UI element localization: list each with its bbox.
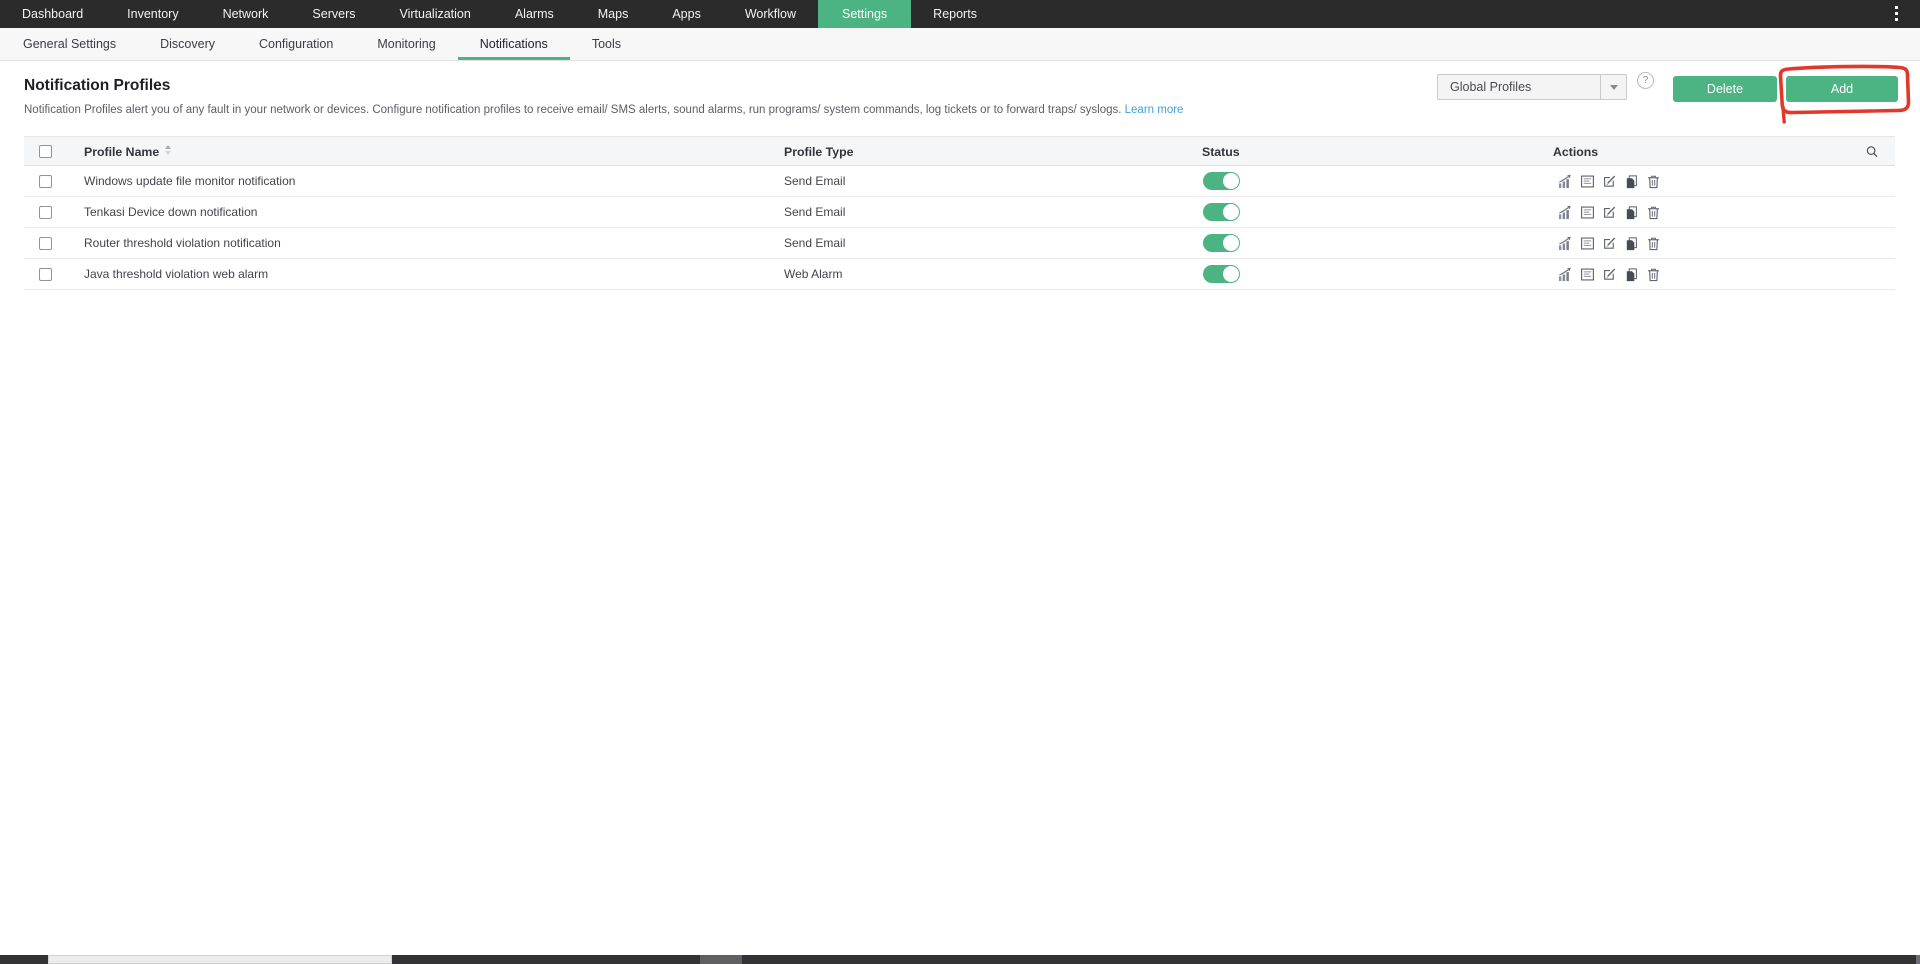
subnav-tab[interactable]: Configuration xyxy=(237,28,355,60)
status-toggle[interactable] xyxy=(1203,203,1240,221)
topnav-item[interactable]: Workflow xyxy=(723,0,818,28)
report-icon[interactable] xyxy=(1580,236,1595,251)
edit-icon[interactable] xyxy=(1602,205,1617,220)
row-checkbox[interactable] xyxy=(39,237,52,250)
search-icon[interactable] xyxy=(1865,145,1879,164)
profile-name: Tenkasi Device down notification xyxy=(84,205,258,219)
subnav-tab[interactable]: Notifications xyxy=(457,28,570,60)
copy-icon[interactable] xyxy=(1624,205,1639,220)
table-row: Tenkasi Device down notification Send Em… xyxy=(24,197,1895,228)
trash-icon[interactable] xyxy=(1646,236,1661,251)
subnav-tab[interactable]: Discovery xyxy=(138,28,237,60)
row-actions xyxy=(1558,267,1661,282)
copy-icon[interactable] xyxy=(1624,267,1639,282)
topnav-item[interactable]: Settings xyxy=(818,0,912,28)
column-header-profile-type: Profile Type xyxy=(784,145,854,159)
table-row: Java threshold violation web alarm Web A… xyxy=(24,259,1895,290)
copy-icon[interactable] xyxy=(1624,174,1639,189)
copy-icon[interactable] xyxy=(1624,236,1639,251)
edit-icon[interactable] xyxy=(1602,267,1617,282)
profile-name: Windows update file monitor notification xyxy=(84,174,296,188)
profile-type: Send Email xyxy=(784,174,846,188)
subnav-tab[interactable]: General Settings xyxy=(1,28,138,60)
app-window: Dashboard Inventory Network Servers Virtuali… xyxy=(0,0,1920,964)
subnav-tab[interactable]: Monitoring xyxy=(355,28,457,60)
topnav-item[interactable]: Inventory xyxy=(105,0,200,28)
row-actions xyxy=(1558,174,1661,189)
trash-icon[interactable] xyxy=(1646,174,1661,189)
table-header-row: Profile Name Profile Type Status Actions xyxy=(24,136,1895,166)
profile-type: Send Email xyxy=(784,205,846,219)
test-chart-icon[interactable] xyxy=(1558,236,1573,251)
column-header-status: Status xyxy=(1202,145,1240,159)
edit-icon[interactable] xyxy=(1602,174,1617,189)
status-toggle[interactable] xyxy=(1203,234,1240,252)
report-icon[interactable] xyxy=(1580,174,1595,189)
test-chart-icon[interactable] xyxy=(1558,267,1573,282)
topnav-item[interactable]: Reports xyxy=(911,0,999,28)
profile-scope-value: Global Profiles xyxy=(1450,80,1532,94)
profile-name: Java threshold violation web alarm xyxy=(84,267,269,281)
scrollbar-end-cap xyxy=(1916,955,1920,964)
sort-icon xyxy=(165,145,171,155)
topnav-item[interactable]: Dashboard xyxy=(0,0,105,28)
toggle-knob xyxy=(1223,173,1239,189)
settings-subnav: General Settings Discovery Configuration Mo… xyxy=(0,28,1920,61)
more-menu-icon[interactable] xyxy=(1893,4,1900,23)
trash-icon[interactable] xyxy=(1646,267,1661,282)
topnav-item[interactable]: Apps xyxy=(650,0,723,28)
topnav-item[interactable]: Network xyxy=(201,0,291,28)
help-icon[interactable]: ? xyxy=(1637,72,1654,89)
toggle-knob xyxy=(1223,235,1239,251)
status-toggle[interactable] xyxy=(1203,265,1240,283)
profile-scope-dropdown[interactable]: Global Profiles xyxy=(1437,74,1627,100)
page-title: Notification Profiles xyxy=(24,77,171,94)
test-chart-icon[interactable] xyxy=(1558,205,1573,220)
topnav-item[interactable]: Maps xyxy=(576,0,651,28)
topnav-item[interactable]: Virtualization xyxy=(378,0,493,28)
topnav-item[interactable]: Servers xyxy=(290,0,377,28)
column-header-actions: Actions xyxy=(1553,145,1599,159)
profile-name-header-label: Profile Name xyxy=(84,145,160,159)
topnav-item[interactable]: Alarms xyxy=(493,0,576,28)
page-description-text: Notification Profiles alert you of any f… xyxy=(24,104,1122,116)
toggle-knob xyxy=(1223,204,1239,220)
horizontal-scrollbar xyxy=(0,955,1920,964)
page-description: Notification Profiles alert you of any f… xyxy=(24,104,1183,116)
profile-type: Send Email xyxy=(784,236,846,250)
row-actions xyxy=(1558,205,1661,220)
report-icon[interactable] xyxy=(1580,205,1595,220)
profile-name: Router threshold violation notification xyxy=(84,236,281,250)
profile-type: Web Alarm xyxy=(784,267,843,281)
learn-more-link[interactable]: Learn more xyxy=(1125,104,1184,116)
scrollbar-segment xyxy=(700,955,742,964)
trash-icon[interactable] xyxy=(1646,205,1661,220)
row-checkbox[interactable] xyxy=(39,268,52,281)
chevron-down-icon[interactable] xyxy=(1600,75,1626,99)
primary-nav: Dashboard Inventory Network Servers Virtuali… xyxy=(0,0,1920,28)
add-button[interactable]: Add xyxy=(1786,76,1898,102)
notification-profiles-table: Profile Name Profile Type Status Actions… xyxy=(24,136,1895,290)
row-checkbox[interactable] xyxy=(39,175,52,188)
status-toggle[interactable] xyxy=(1203,172,1240,190)
report-icon[interactable] xyxy=(1580,267,1595,282)
toggle-knob xyxy=(1223,266,1239,282)
select-all-checkbox[interactable] xyxy=(39,145,52,158)
column-header-profile-name[interactable]: Profile Name xyxy=(84,137,171,167)
test-chart-icon[interactable] xyxy=(1558,174,1573,189)
row-checkbox[interactable] xyxy=(39,206,52,219)
edit-icon[interactable] xyxy=(1602,236,1617,251)
scrollbar-thumb[interactable] xyxy=(48,955,392,964)
table-row: Windows update file monitor notification… xyxy=(24,166,1895,197)
delete-button[interactable]: Delete xyxy=(1673,76,1777,102)
table-row: Router threshold violation notification … xyxy=(24,228,1895,259)
subnav-tab[interactable]: Tools xyxy=(570,28,643,60)
row-actions xyxy=(1558,236,1661,251)
